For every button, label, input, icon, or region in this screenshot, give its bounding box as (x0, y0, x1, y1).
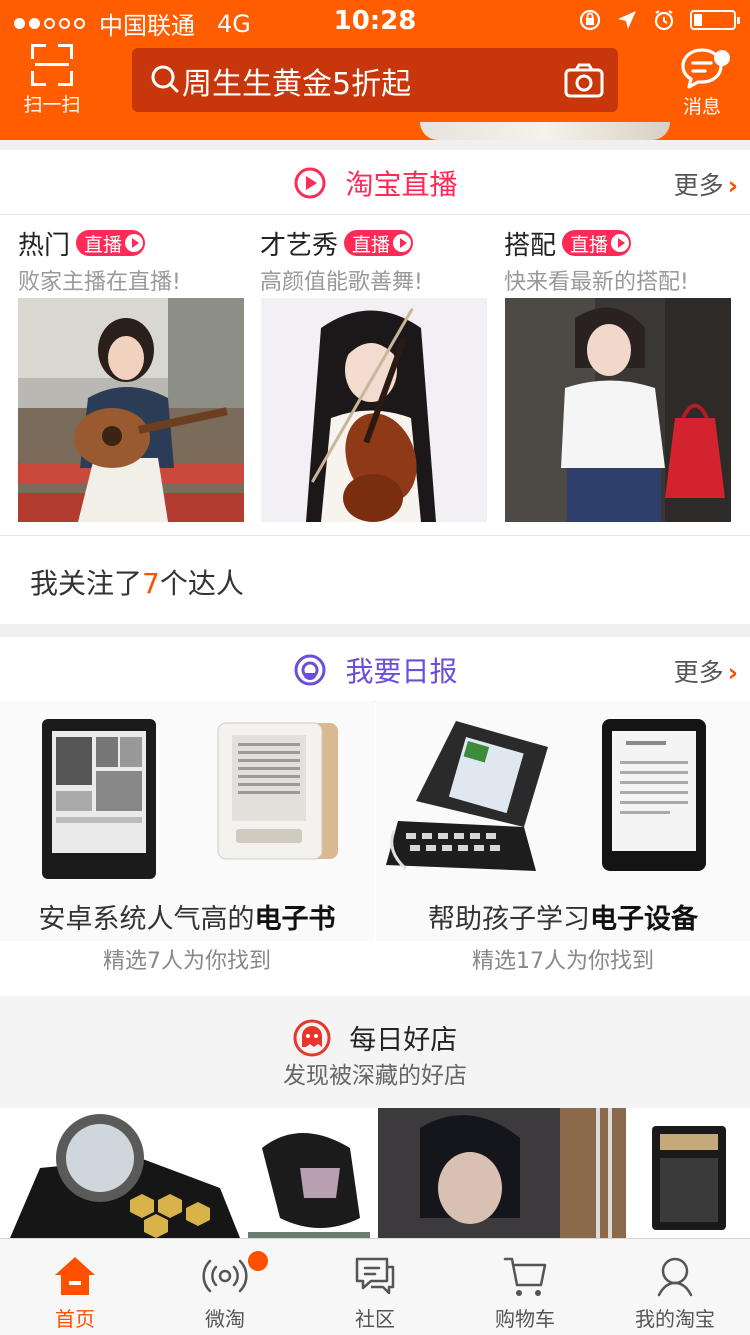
messages-button[interactable]: 消息 (670, 46, 734, 118)
daily-item-ebook[interactable]: 安卓系统人气高的电子书 精选7人为你找到 (0, 701, 374, 997)
daily-item-device[interactable]: 帮助孩子学习电子设备 精选17人为你找到 (376, 701, 750, 997)
daily-section-title: 我要日报 (345, 655, 458, 688)
tab-weitao[interactable]: 微淘 (150, 1239, 300, 1335)
daily-more-link[interactable]: 更多 › (674, 653, 738, 689)
status-bar: 中国联通 4G 10:28 (0, 0, 750, 40)
tab-label: 购物车 (495, 1307, 555, 1331)
daily-item-title: 安卓系统人气高的电子书 (38, 904, 336, 935)
followed-count: 7 (142, 567, 160, 600)
scan-label: 扫一扫 (23, 94, 81, 116)
bottom-tab-bar: 首页 微淘 社区 购物车 我的淘宝 (0, 1238, 750, 1335)
scan-icon (31, 44, 73, 86)
live-play-icon (294, 167, 326, 199)
tab-my-taobao[interactable]: 我的淘宝 (600, 1239, 750, 1335)
live-badge: 直播 (562, 230, 632, 256)
daily-section-header[interactable]: 我要日报 更多 › (0, 637, 750, 702)
daily-item-sub: 精选17人为你找到 (472, 949, 654, 974)
live-item-name: 搭配 (504, 230, 557, 261)
live-badge: 直播 (76, 230, 146, 256)
tab-label: 社区 (355, 1307, 395, 1331)
location-arrow-icon (618, 11, 636, 29)
tab-label: 首页 (55, 1307, 95, 1331)
battery-icon (690, 10, 740, 30)
live-item-name: 热门 (18, 230, 71, 261)
profile-icon (657, 1257, 693, 1297)
daily-item-sub: 精选7人为你找到 (103, 949, 271, 974)
shops-subtitle: 发现被深藏的好店 (283, 1063, 467, 1089)
play-icon (393, 234, 412, 252)
search-icon (151, 65, 179, 93)
status-icons (578, 8, 740, 32)
broadcast-icon (202, 1259, 248, 1293)
live-section-header[interactable]: 淘宝直播 更多 › (0, 150, 750, 215)
followed-experts-row[interactable]: 我关注了7个达人 (0, 535, 750, 624)
live-image-outfit[interactable] (505, 298, 731, 522)
banner-peek (420, 122, 670, 140)
shops-image-strip (0, 1108, 750, 1238)
message-unread-dot (714, 50, 730, 66)
search-placeholder: 周生生黄金5折起 (182, 67, 412, 102)
play-icon (611, 234, 630, 252)
live-item-sub: 高颜值能歌善舞! (260, 270, 423, 295)
daily-item-title: 帮助孩子学习电子设备 (428, 904, 698, 935)
live-item-sub: 败家主播在直播! (18, 270, 181, 295)
tab-home[interactable]: 首页 (0, 1239, 150, 1335)
live-item-sub: 快来看最新的搭配! (504, 270, 689, 295)
chevron-right-icon: › (727, 658, 738, 687)
play-icon (125, 234, 144, 252)
home-icon (55, 1257, 95, 1295)
rotation-lock-icon (579, 9, 601, 31)
shop-ghost-icon (293, 1019, 331, 1056)
alarm-icon (654, 10, 674, 31)
live-item-name: 才艺秀 (260, 230, 339, 261)
daily-more-label: 更多 (673, 658, 724, 687)
shops-title-row: 每日好店 (0, 1018, 750, 1057)
tab-label: 微淘 (205, 1307, 245, 1331)
tab-community[interactable]: 社区 (300, 1239, 450, 1335)
live-section-title: 淘宝直播 (345, 168, 458, 201)
daily-section: 我要日报 更多 › 安卓系统人气高的电子书 精选7人为你找到 帮助孩子学习电子设… (0, 637, 750, 997)
live-badge: 直播 (344, 230, 414, 256)
weitao-notification-dot (246, 1249, 270, 1273)
top-header: 中国联通 4G 10:28 扫一扫 周生生黄金5折起 消息 (0, 0, 750, 140)
message-label: 消息 (682, 96, 721, 118)
live-item-hot[interactable]: 热门 直播 败家主播在直播! (18, 226, 246, 296)
chevron-right-icon: › (727, 171, 738, 200)
shops-title: 每日好店 (349, 1025, 458, 1056)
shops-section-header[interactable]: 每日好店 发现被深藏的好店 (0, 996, 750, 1108)
live-image-violin[interactable] (261, 298, 487, 522)
tab-cart[interactable]: 购物车 (450, 1239, 600, 1335)
live-image-guitar[interactable] (18, 298, 244, 522)
live-item-outfit[interactable]: 搭配 直播 快来看最新的搭配! (504, 226, 732, 296)
daily-report-icon (294, 654, 326, 686)
tab-label: 我的淘宝 (635, 1307, 715, 1331)
live-more-label: 更多 (673, 171, 724, 200)
live-more-link[interactable]: 更多 › (674, 166, 738, 202)
search-bar[interactable]: 周生生黄金5折起 (132, 48, 618, 112)
cart-icon (503, 1257, 547, 1296)
camera-icon[interactable] (564, 62, 604, 98)
live-section: 淘宝直播 更多 › 热门 直播 败家主播在直播! 才艺秀 直播 高颜值能歌善舞!… (0, 150, 750, 624)
followed-experts-text: 我关注了7个达人 (30, 567, 244, 600)
scan-button[interactable]: 扫一扫 (20, 44, 84, 116)
community-icon (355, 1257, 395, 1295)
live-item-talent[interactable]: 才艺秀 直播 高颜值能歌善舞! (260, 226, 488, 296)
